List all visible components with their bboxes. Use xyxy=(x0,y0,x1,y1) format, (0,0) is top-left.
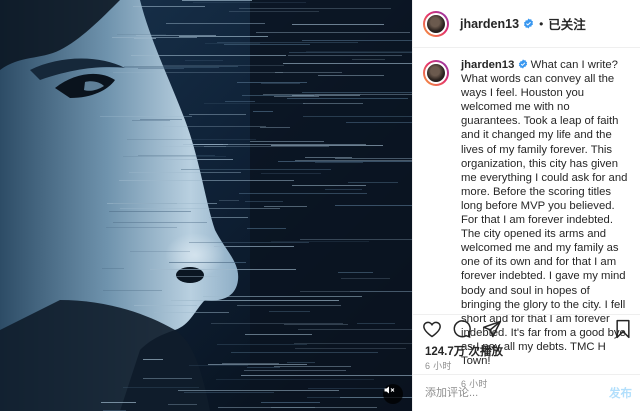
heart-icon[interactable] xyxy=(422,319,442,344)
header-separator: • xyxy=(539,16,544,31)
post-video[interactable] xyxy=(0,0,412,411)
following-button[interactable]: 已关注 xyxy=(548,14,586,33)
verified-badge-icon xyxy=(523,18,534,29)
post-timestamp[interactable]: 6 小时 xyxy=(425,359,452,372)
caption-avatar[interactable] xyxy=(423,60,449,86)
avatar[interactable] xyxy=(423,10,449,37)
caption-username[interactable]: jharden13 xyxy=(461,59,514,71)
bookmark-icon[interactable] xyxy=(614,319,632,344)
video-frame xyxy=(0,0,412,411)
mute-button[interactable] xyxy=(383,384,403,404)
post-details-panel: jharden13 • 已关注 jharden13 What can I wri… xyxy=(412,0,640,411)
header-username[interactable]: jharden13 xyxy=(460,17,519,31)
comment-input[interactable] xyxy=(425,387,595,399)
verified-badge-icon xyxy=(518,59,531,71)
view-count[interactable]: 124.7万 次播放 xyxy=(425,343,503,359)
add-comment-bar: 发布 xyxy=(413,374,640,411)
post-comment-button[interactable]: 发布 xyxy=(609,385,632,401)
post-header: jharden13 • 已关注 xyxy=(413,0,640,48)
comment-icon[interactable] xyxy=(452,319,472,344)
share-icon[interactable] xyxy=(482,319,502,344)
